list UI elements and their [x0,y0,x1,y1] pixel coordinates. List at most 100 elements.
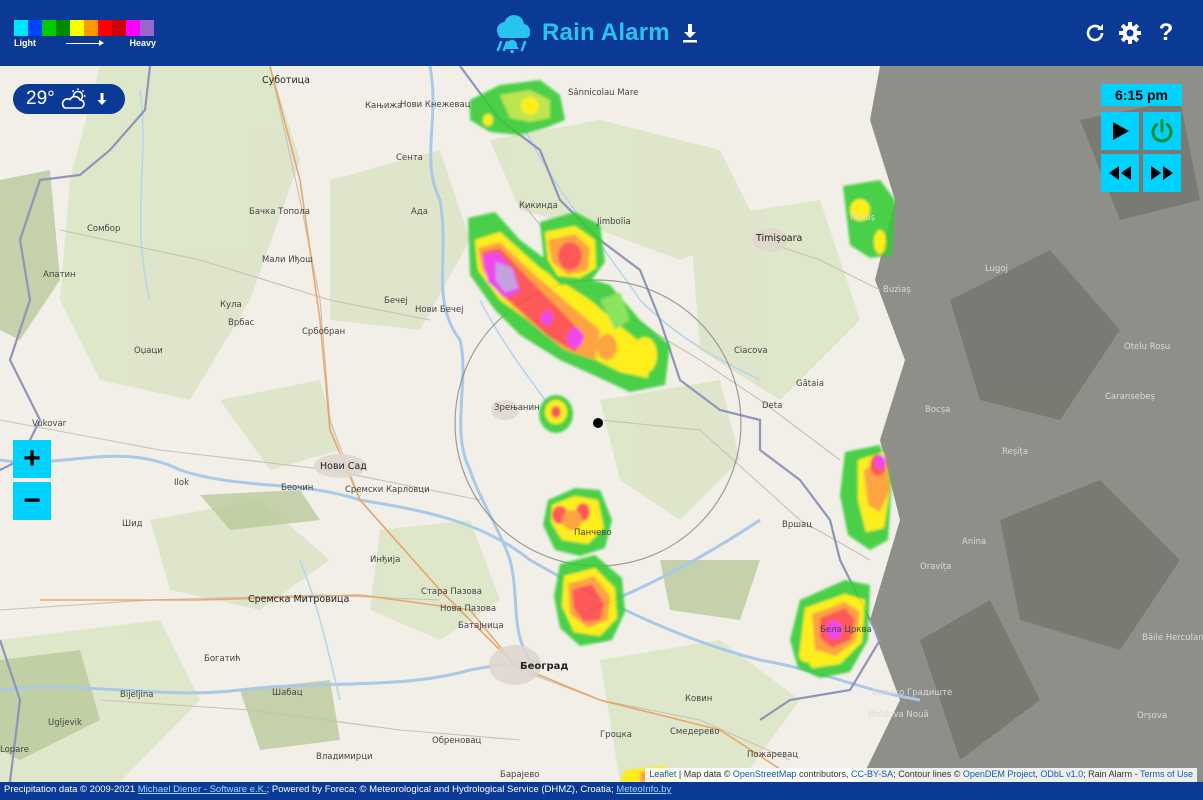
map-place-label: Велико Градиште [872,688,953,698]
map-place-label: Панчево [574,528,612,538]
map-place-label: Смедерево [670,727,720,737]
map-place-label: Oravița [920,562,952,572]
power-button[interactable] [1143,112,1181,150]
rain-cloud-logo-icon [496,15,530,54]
rewind-icon [1109,166,1131,180]
precipitation-legend: Light Heavy [14,20,156,50]
map-place-label: Ugljevik [48,718,82,728]
map-place-label: Мали Иђош [262,255,313,265]
settings-button[interactable] [1117,20,1143,46]
download-icon[interactable] [682,23,698,43]
map-place-label: Зрењанин [494,403,540,413]
legend-swatch [28,20,42,36]
map-place-label: Orșova [1137,711,1168,721]
map-place-label: Кикинда [519,201,558,211]
map-place-label: Стара Пазова [421,587,482,597]
map-place-label: Батајница [458,621,504,631]
map-place-label: Timișoara [756,233,803,244]
map-place-label: Anina [962,537,987,547]
map-place-label: Gătaia [796,379,824,389]
legend-color-scale [14,20,156,36]
map-place-label: Србобран [302,327,346,337]
legend-swatch [98,20,112,36]
map-place-label: Богатић [204,654,241,664]
map-place-label: Deta [762,401,783,411]
temperature: 29° [26,88,55,109]
openstreetmap-link[interactable]: OpenStreetMap [733,769,797,779]
map-place-label: Нови Сад [320,461,367,472]
map-place-label: Шид [122,519,143,529]
refresh-button[interactable] [1082,20,1108,46]
map-place-label: Ада [411,207,428,217]
rewind-button[interactable] [1101,154,1139,192]
map-place-label: Сремски Карловци [345,485,430,495]
legend-swatch [14,20,28,36]
app-header: Light Heavy Rain Alarm ? [0,0,1203,66]
legend-swatch [126,20,140,36]
map-place-label: Caransebeș [1105,392,1155,402]
legend-arrow-icon [66,40,104,46]
map-place-label: Нова Пазова [440,604,497,614]
footer: Precipitation data © 2009-2021 Michael D… [0,782,1203,800]
odbl-link[interactable]: ODbL v1.0 [1040,769,1083,779]
terms-of-use-link[interactable]: Terms of Use [1140,769,1193,779]
map-place-label: Moldova Nouă [868,710,929,720]
map-place-label: Bijeljina [120,690,154,700]
gear-icon [1119,22,1141,44]
partly-cloudy-icon [61,88,86,109]
map-place-label: Врбас [228,318,255,328]
map-place-label: Reșița [1002,447,1029,457]
current-weather-button[interactable]: 29° [13,84,125,114]
fast-forward-icon [1151,166,1173,180]
fast-forward-button[interactable] [1143,154,1181,192]
attribution-rain-alarm: ; Rain Alarm - [1083,769,1138,779]
map-place-label: Инђија [370,555,401,565]
leaflet-link[interactable]: Leaflet [649,769,676,779]
brand: Rain Alarm [492,12,698,54]
map-attribution: Leaflet | Map data © OpenStreetMap contr… [645,768,1197,782]
map-place-label: Sânnicolau Mare [568,88,639,98]
power-icon [1151,119,1173,143]
map-place-label: Шабац [272,688,303,698]
michael-diener-link[interactable]: Michael Diener - Software e.K. [138,784,267,795]
attribution-contour: ; Contour lines © [893,769,961,779]
map-place-label: Bocșa [925,405,951,415]
refresh-icon [1086,24,1104,42]
opendem-link[interactable]: OpenDEM Project [963,769,1036,779]
zoom-in-button[interactable]: + [13,440,51,478]
map-place-label: Пожаревац [747,750,799,760]
rain-map[interactable]: Суботица Sânnicolau Mare Кањижа Нови Кнежев… [0,66,1203,782]
map-place-label: Băile Herculane [1142,633,1203,643]
attribution-contributors: contributors, [798,769,849,779]
map-place-label: Ciacova [734,346,768,356]
map-place-label: Кула [220,300,242,310]
map-place-label: Recaș [850,213,876,223]
map-place-label: Вршац [782,520,812,530]
meteoinfo-link[interactable]: MeteoInfo.by [616,784,671,795]
play-icon [1113,122,1129,140]
help-button[interactable]: ? [1153,19,1179,46]
legend-swatch [70,20,84,36]
map-place-label: Сента [396,153,423,163]
footer-precip-text: Precipitation data © 2009-2021 [4,784,136,795]
map-place-label: Бела Црква [820,625,872,635]
map-place-label: Суботица [262,75,310,86]
legend-swatch [42,20,56,36]
map-place-label: Оџаци [134,346,163,356]
attribution-text: | Map data © [678,769,731,779]
map-place-label: Lopare [0,745,29,755]
cc-by-sa-link[interactable]: CC-BY-SA [851,769,893,779]
map-place-label: Buziaș [883,285,911,295]
map-place-label: Гроцка [600,730,632,740]
map-place-label: Нови Кнежевац [400,100,471,110]
legend-swatch [56,20,70,36]
play-button[interactable] [1101,112,1139,150]
map-place-label: Барајево [500,770,540,780]
map-place-label: Otelu Roșu [1124,342,1171,352]
map-place-label: Ilok [174,478,189,488]
legend-swatch [112,20,126,36]
down-arrow-icon [97,93,107,105]
app-title: Rain Alarm [542,19,670,46]
zoom-out-button[interactable]: − [13,482,51,520]
footer-credits-text: ; Powered by Foreca; © Meteorological an… [266,784,614,795]
